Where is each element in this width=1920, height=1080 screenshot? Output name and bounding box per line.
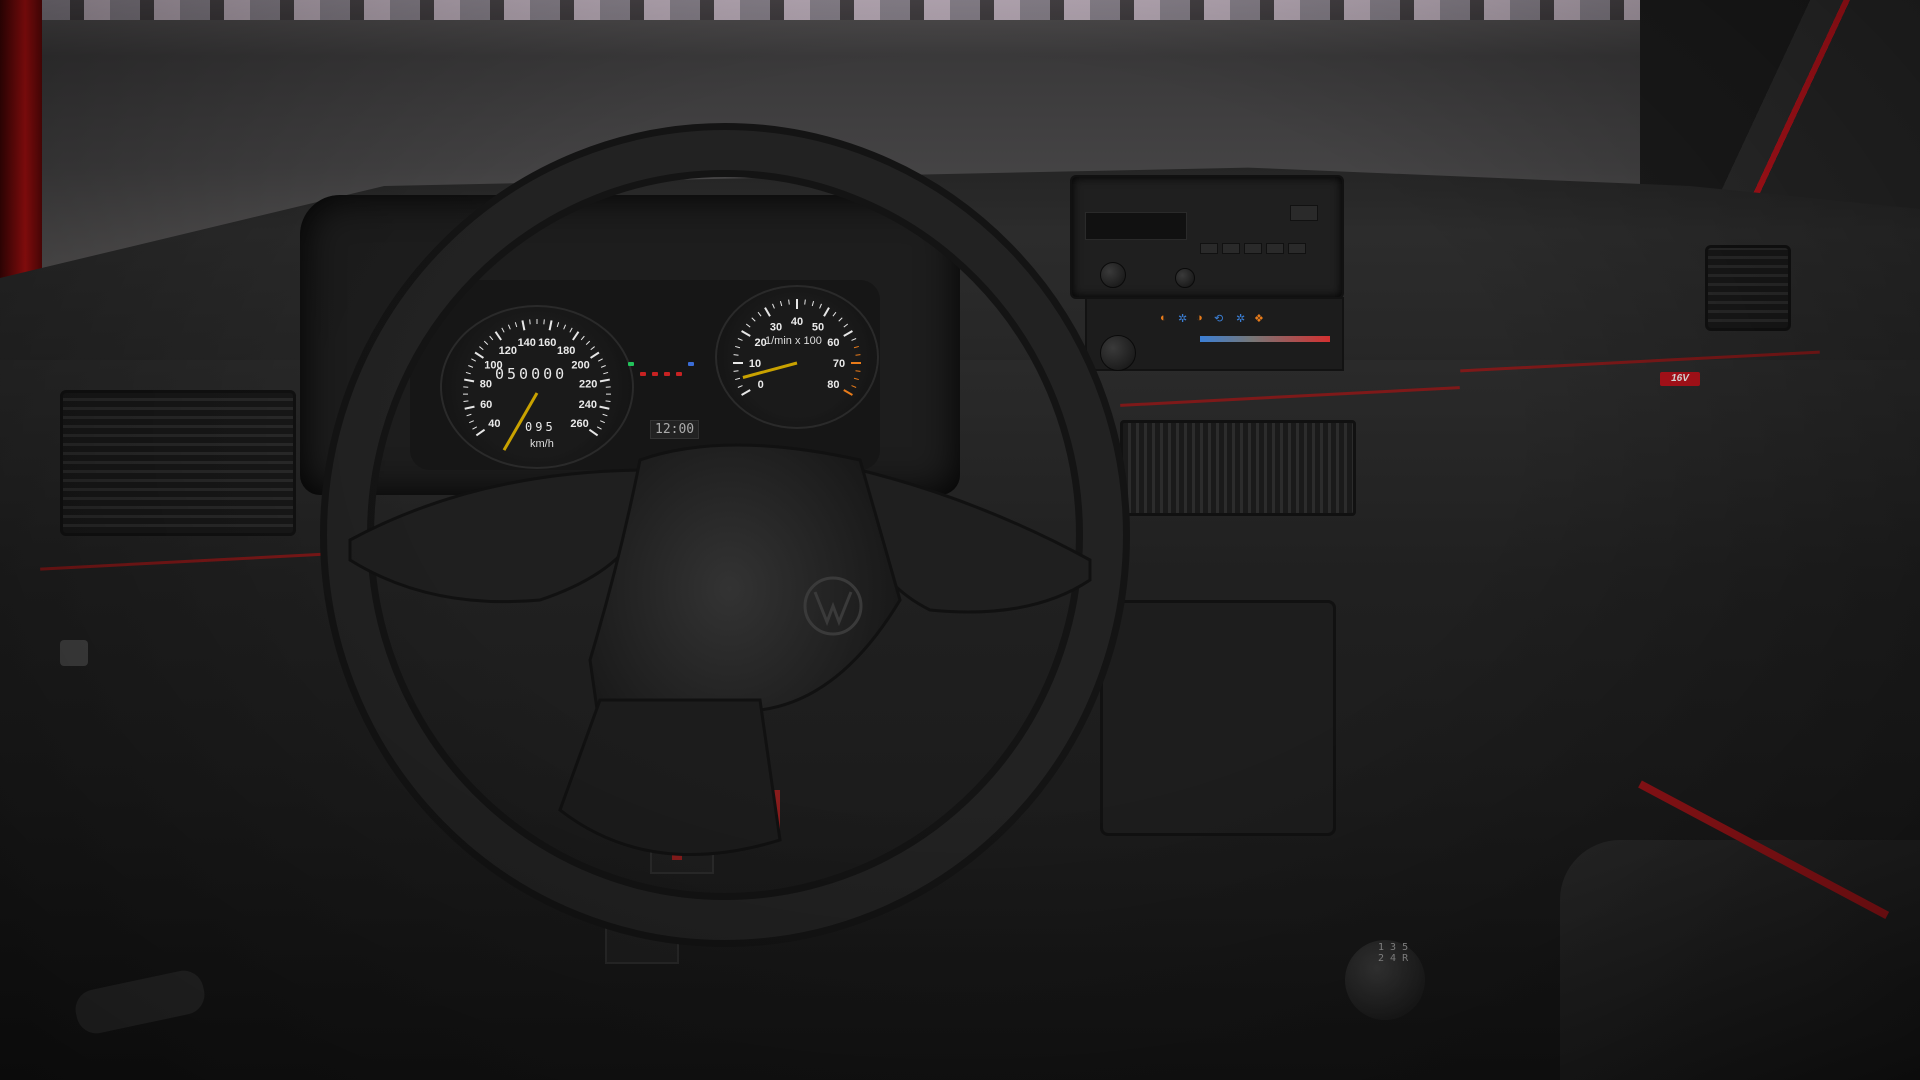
car-interior-scene: 40 60 80 100 120 140 160 180 200 220 240 260 km/h 0… xyxy=(0,0,1920,1080)
steering-wheel[interactable] xyxy=(0,0,1920,1080)
gear-shift-pattern: 1 3 5 2 4 R xyxy=(1378,942,1409,964)
